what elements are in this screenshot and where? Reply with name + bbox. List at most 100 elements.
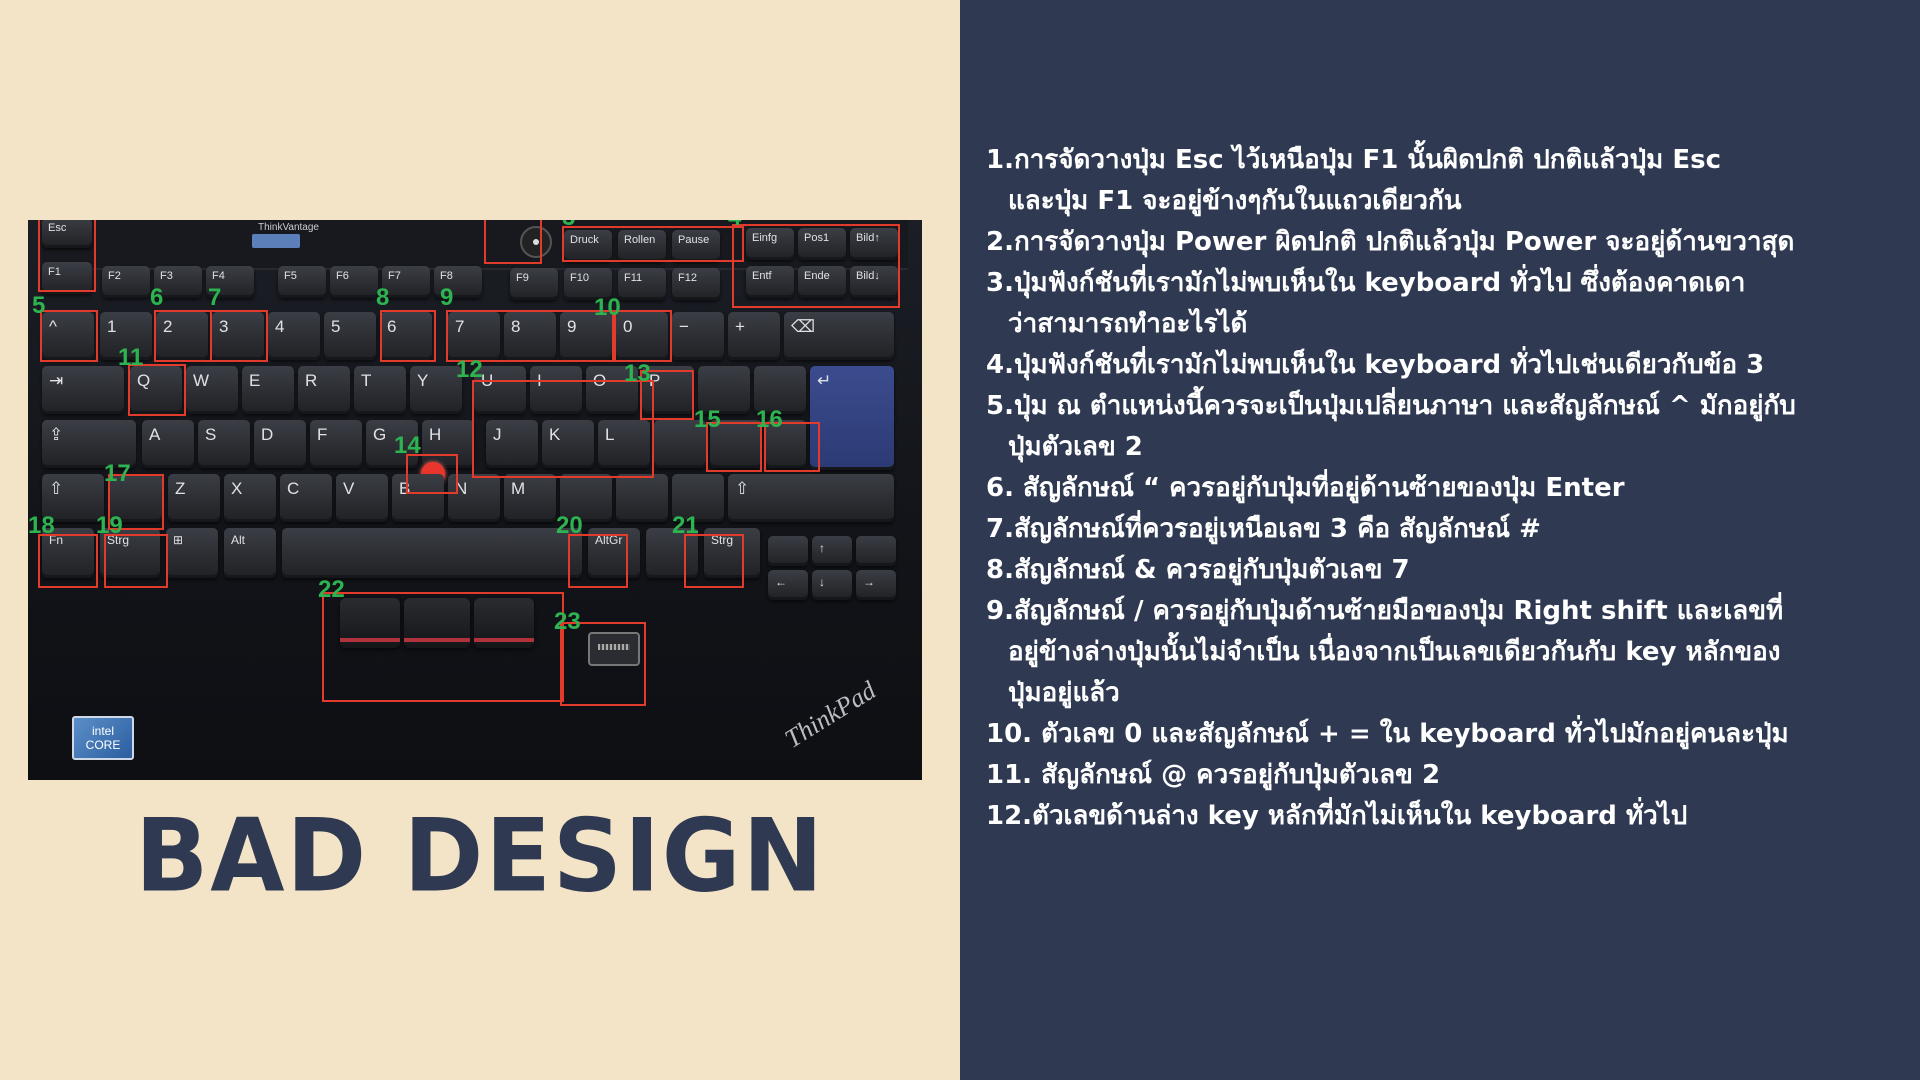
key-a: A: [142, 420, 194, 468]
callout-8: 8: [376, 284, 390, 311]
key-shift-right: ⇧: [728, 474, 894, 522]
note-line: 3.ปุ่มฟังก์ชันที่เรามักไม่พบเห็นใน keybo…: [986, 268, 1746, 298]
key-arrow-right: →: [856, 570, 896, 600]
key-z: Z: [168, 474, 220, 522]
highlight-12: [472, 380, 654, 478]
callout-2: 2: [474, 220, 487, 224]
highlight-5: [40, 310, 98, 362]
note-line: 6. สัญลักษณ์ “ ควรอยู่กับปุ่มที่อยู่ด้าน…: [986, 473, 1625, 503]
key-c: C: [280, 474, 332, 522]
note-line-continued: ว่าสามารถทำอะไรได้: [1008, 309, 1248, 339]
callout-16: 16: [756, 406, 783, 433]
callout-3: 3: [562, 220, 575, 232]
callout-18: 18: [28, 512, 55, 539]
note-line: 4.ปุ่มฟังก์ชันที่เรามักไม่พบเห็นใน keybo…: [986, 350, 1765, 380]
callout-10: 10: [594, 294, 621, 321]
key-plus: +: [728, 312, 780, 360]
note-line: 5.ปุ่ม ณ ตำแหน่งนี้ควรจะเป็นปุ่มเปลี่ยนภ…: [986, 391, 1796, 421]
key-f9: F9: [510, 268, 558, 300]
key-enter: ↵: [810, 366, 894, 470]
key-f2: F2: [102, 266, 150, 298]
key-windows: ⊞: [166, 528, 218, 578]
note-line-continued: และปุ่ม F1 จะอยู่ข้างๆกันในแถวเดียวกัน: [1008, 186, 1462, 216]
callout-4: 4: [728, 220, 741, 232]
key-minus: −: [672, 312, 724, 360]
callout-17: 17: [104, 460, 131, 487]
highlight-20: [568, 534, 628, 588]
key-m: M: [504, 474, 556, 522]
note-line-continued: ปุ่มอยู่แล้ว: [1008, 678, 1120, 708]
highlight-2: [484, 220, 542, 264]
callout-6: 6: [150, 284, 164, 311]
callout-9: 9: [440, 284, 454, 311]
callout-11: 11: [118, 344, 144, 371]
key-y: Y: [410, 366, 462, 414]
key-forward-nav: [856, 536, 896, 566]
note-line-continued: ปุ่มตัวเลข 2: [1008, 432, 1143, 462]
callout-15: 15: [694, 406, 721, 433]
thinkpad-logo: ThinkPad: [779, 675, 881, 754]
highlight-8: [380, 310, 436, 362]
highlight-4: [732, 224, 900, 308]
callout-12: 12: [456, 356, 483, 383]
note-item: 4.ปุ่มฟังก์ชันที่เรามักไม่พบเห็นใน keybo…: [986, 345, 1886, 386]
key-t: T: [354, 366, 406, 414]
left-panel: ThinkVantage Esc Druck Rollen Pause Einf…: [0, 0, 960, 1080]
note-item: 1.การจัดวางปุ่ม Esc ไว้เหนือปุ่ม F1 นั้น…: [986, 140, 1886, 222]
note-line: 2.การจัดวางปุ่ม Power ผิดปกติ ปกติแล้วปุ…: [986, 227, 1795, 257]
keyboard-photo: ThinkVantage Esc Druck Rollen Pause Einf…: [28, 220, 922, 780]
key-space: [282, 528, 582, 578]
note-line: 8.สัญลักษณ์ & ควรอยู่กับปุ่มตัวเลข 7: [986, 555, 1410, 585]
note-item: 5.ปุ่ม ณ ตำแหน่งนี้ควรจะเป็นปุ่มเปลี่ยนภ…: [986, 386, 1886, 468]
highlight-7: [210, 310, 268, 362]
key-backspace: ⌫: [784, 312, 894, 360]
highlight-14: [406, 454, 458, 494]
note-line: 9.สัญลักษณ์ / ควรอยู่กับปุ่มด้านซ้ายมือข…: [986, 596, 1784, 626]
callout-7: 7: [208, 284, 222, 311]
intel-badge: intel CORE: [72, 716, 134, 760]
key-arrow-up: ↑: [812, 536, 852, 566]
key-v: V: [336, 474, 388, 522]
note-item: 3.ปุ่มฟังก์ชันที่เรามักไม่พบเห็นใน keybo…: [986, 263, 1886, 345]
key-f11: F11: [618, 268, 666, 300]
callout-22: 22: [318, 576, 345, 603]
page-title: BAD DESIGN: [135, 797, 825, 915]
highlight-10: [614, 310, 672, 362]
highlight-9: [446, 310, 614, 362]
key-s: S: [198, 420, 250, 468]
key-r: R: [298, 366, 350, 414]
highlight-1: [38, 220, 96, 292]
key-d: D: [254, 420, 306, 468]
notes-list: 1.การจัดวางปุ่ม Esc ไว้เหนือปุ่ม F1 นั้น…: [986, 140, 1886, 837]
note-item: 12.ตัวเลขด้านล่าง key หลักที่มักไม่เห็นใ…: [986, 796, 1886, 837]
key-tab: ⇥: [42, 366, 124, 414]
key-arrow-down: ↓: [812, 570, 852, 600]
callout-14: 14: [394, 432, 421, 459]
note-item: 9.สัญลักษณ์ / ควรอยู่กับปุ่มด้านซ้ายมือข…: [986, 591, 1886, 714]
thinkvantage-button: [252, 234, 300, 248]
key-alt: Alt: [224, 528, 276, 578]
note-line: 10. ตัวเลข 0 และสัญลักษณ์ + = ใน keyboar…: [986, 719, 1789, 749]
note-line: 11. สัญลักษณ์ @ ควรอยู่กับปุ่มตัวเลข 2: [986, 760, 1441, 790]
key-f: F: [310, 420, 362, 468]
callout-5: 5: [32, 292, 46, 319]
highlight-3: [562, 226, 744, 262]
note-item: 7.สัญลักษณ์ที่ควรอยู่เหนือเลข 3 คือ สัญล…: [986, 509, 1886, 550]
note-item: 10. ตัวเลข 0 และสัญลักษณ์ + = ใน keyboar…: [986, 714, 1886, 755]
callout-23: 23: [554, 608, 581, 635]
note-line: 1.การจัดวางปุ่ม Esc ไว้เหนือปุ่ม F1 นั้น…: [986, 145, 1721, 175]
key-4: 4: [268, 312, 320, 360]
highlight-22: [322, 592, 564, 702]
callout-20: 20: [556, 512, 583, 539]
key-arrow-left: ←: [768, 570, 808, 600]
key-x: X: [224, 474, 276, 522]
callout-19: 19: [96, 512, 123, 539]
thinkvantage-label: ThinkVantage: [258, 222, 319, 233]
key-period: [616, 474, 668, 522]
note-line: 7.สัญลักษณ์ที่ควรอยู่เหนือเลข 3 คือ สัญล…: [986, 514, 1541, 544]
highlight-18: [38, 534, 98, 588]
key-e: E: [242, 366, 294, 414]
highlight-6: [154, 310, 212, 362]
callout-21: 21: [672, 512, 699, 539]
key-w: W: [186, 366, 238, 414]
